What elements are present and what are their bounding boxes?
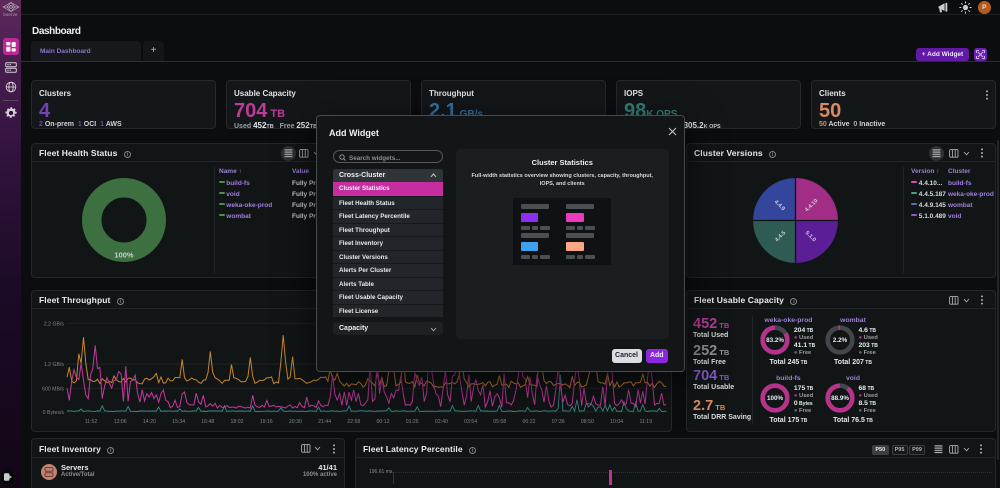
svg-text:16:48: 16:48 <box>201 419 214 425</box>
svg-text:11:19: 11:19 <box>639 419 652 425</box>
svg-text:18:02: 18:02 <box>231 419 244 425</box>
svg-text:02:40: 02:40 <box>435 419 448 425</box>
svg-text:22:58: 22:58 <box>347 419 360 425</box>
svg-text:07:36: 07:36 <box>552 419 565 425</box>
svg-text:20:30: 20:30 <box>289 419 302 425</box>
svg-text:08:50: 08:50 <box>581 419 594 425</box>
svg-text:03:54: 03:54 <box>464 419 477 425</box>
svg-text:14:20: 14:20 <box>143 419 156 425</box>
svg-text:100%: 100% <box>767 395 784 402</box>
svg-text:05:08: 05:08 <box>493 419 506 425</box>
svg-text:10:04: 10:04 <box>610 419 623 425</box>
svg-text:13:06: 13:06 <box>114 419 127 425</box>
svg-text:11:52: 11:52 <box>85 419 98 425</box>
svg-text:21:44: 21:44 <box>318 419 331 425</box>
svg-text:00:12: 00:12 <box>377 419 390 425</box>
svg-text:2.2 GB/s: 2.2 GB/s <box>44 321 65 327</box>
svg-text:01:26: 01:26 <box>406 419 419 425</box>
svg-text:0 Bytes/s: 0 Bytes/s <box>43 409 65 415</box>
svg-text:1.2 GB/s: 1.2 GB/s <box>44 362 65 368</box>
svg-text:06:22: 06:22 <box>523 419 536 425</box>
svg-text:100%: 100% <box>114 251 134 260</box>
svg-text:15:34: 15:34 <box>172 419 185 425</box>
svg-text:83.2%: 83.2% <box>766 337 784 344</box>
svg-text:2.2%: 2.2% <box>833 337 848 344</box>
svg-text:19:16: 19:16 <box>260 419 273 425</box>
svg-text:600 MB/s: 600 MB/s <box>42 386 64 392</box>
svg-text:88.9%: 88.9% <box>831 395 849 402</box>
